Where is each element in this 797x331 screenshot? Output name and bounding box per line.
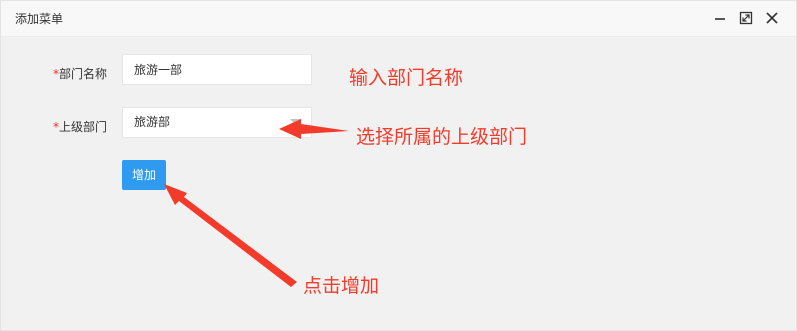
add-menu-dialog: 添加菜单 *部门名称 *上级部门 旅游部 增加 — [0, 0, 797, 331]
annotation-arrows — [164, 119, 349, 287]
arrow-to-select — [279, 119, 349, 139]
arrow-to-add-button — [164, 184, 297, 287]
